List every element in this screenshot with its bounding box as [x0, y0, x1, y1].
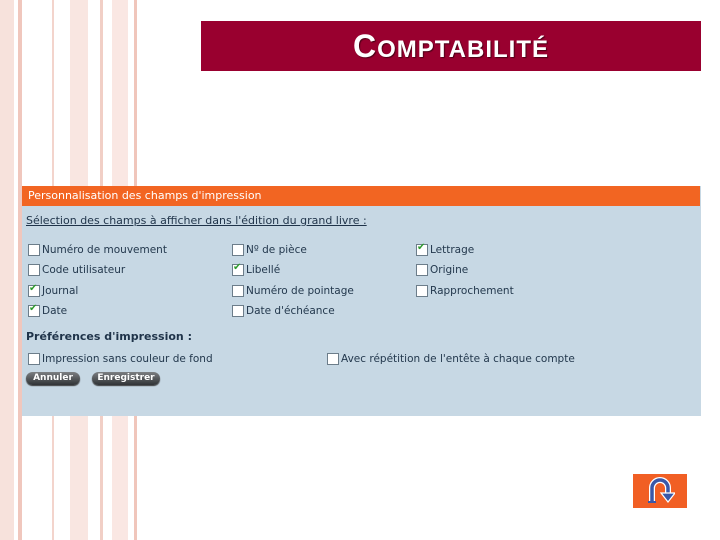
checkbox[interactable]: [28, 283, 40, 297]
checkbox[interactable]: [232, 285, 244, 297]
option-label: Origine: [430, 264, 469, 276]
option-label: Code utilisateur: [42, 264, 126, 276]
checkbox[interactable]: [232, 244, 244, 256]
return-button[interactable]: [633, 474, 687, 508]
slide-title-bar: COMPTABILITÉ: [201, 21, 701, 71]
option-date-echeance[interactable]: Date d'échéance: [232, 305, 335, 317]
checkbox[interactable]: [28, 264, 40, 276]
option-libelle[interactable]: Libellé: [232, 262, 281, 276]
option-lettrage[interactable]: Lettrage: [416, 242, 475, 256]
option-label: Libellé: [246, 264, 281, 276]
option-label: Nº de pièce: [246, 244, 307, 256]
checkbox[interactable]: [28, 353, 40, 365]
option-sans-couleur[interactable]: Impression sans couleur de fond: [28, 353, 213, 365]
checkbox[interactable]: [28, 303, 40, 317]
decorative-stripe: [0, 0, 14, 540]
checkbox[interactable]: [327, 353, 339, 365]
checkbox[interactable]: [232, 305, 244, 317]
checkbox[interactable]: [232, 262, 244, 276]
option-mouvement[interactable]: Numéro de mouvement: [28, 244, 167, 256]
option-label: Journal: [42, 285, 79, 297]
option-label: Lettrage: [430, 244, 475, 256]
slide-title: COMPTABILITÉ: [353, 28, 549, 65]
checkbox[interactable]: [416, 242, 428, 256]
option-label: Numéro de mouvement: [42, 244, 167, 256]
cancel-button[interactable]: Annuler: [26, 372, 80, 385]
checkbox[interactable]: [416, 285, 428, 297]
panel-header: Personnalisation des champs d'impression: [22, 186, 700, 206]
option-date[interactable]: Date: [28, 303, 68, 317]
option-label: Date d'échéance: [246, 305, 335, 317]
option-journal[interactable]: Journal: [28, 283, 79, 297]
save-button[interactable]: Enregistrer: [92, 372, 160, 385]
checkbox[interactable]: [28, 244, 40, 256]
print-settings-panel: Personnalisation des champs d'impression…: [22, 186, 701, 416]
fields-section-title: Sélection des champs à afficher dans l'é…: [26, 214, 367, 227]
slide-title-initial: C: [353, 27, 378, 64]
option-piece[interactable]: Nº de pièce: [232, 244, 307, 256]
u-turn-arrow-icon: [648, 477, 675, 503]
option-label: Date: [42, 305, 68, 317]
option-rapprochement[interactable]: Rapprochement: [416, 285, 514, 297]
option-label: Avec répétition de l'entête à chaque com…: [341, 353, 575, 365]
option-pointage[interactable]: Numéro de pointage: [232, 285, 354, 297]
option-repetition-entete[interactable]: Avec répétition de l'entête à chaque com…: [327, 353, 575, 365]
slide-title-rest: OMPTABILITÉ: [377, 35, 549, 63]
option-origine[interactable]: Origine: [416, 264, 468, 276]
option-code-utilisateur[interactable]: Code utilisateur: [28, 264, 125, 276]
option-label: Impression sans couleur de fond: [42, 353, 213, 365]
checkbox[interactable]: [416, 264, 428, 276]
option-label: Numéro de pointage: [246, 285, 354, 297]
print-section-title: Préférences d'impression :: [26, 330, 192, 343]
option-label: Rapprochement: [430, 285, 514, 297]
